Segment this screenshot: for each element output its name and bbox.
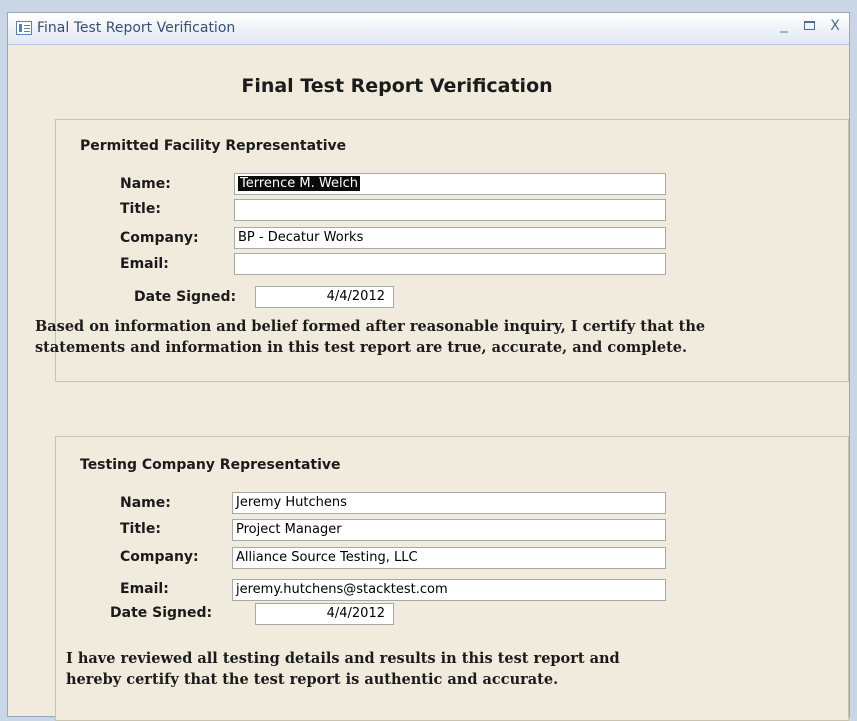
testing-title-label: Title: [120, 521, 161, 537]
form-icon [16, 21, 32, 35]
testing-certification-line-2: hereby certify that the test report is a… [66, 671, 559, 688]
facility-section-title: Permitted Facility Representative [80, 138, 347, 154]
facility-email-field[interactable] [234, 253, 666, 275]
testing-title-field[interactable]: Project Manager [232, 519, 666, 541]
facility-title-field[interactable] [234, 199, 666, 221]
facility-company-label: Company: [120, 230, 199, 246]
facility-certification-line-2: statements and information in this test … [35, 339, 688, 356]
facility-name-label: Name: [120, 176, 171, 192]
window-title: Final Test Report Verification [37, 20, 236, 36]
facility-title-label: Title: [120, 201, 161, 217]
testing-certification-line-1: I have reviewed all testing details and … [66, 650, 620, 667]
testing-date-field[interactable]: 4/4/2012 [255, 603, 394, 625]
facility-representative-panel: Permitted Facility Representative Name: … [35, 119, 849, 382]
maximize-icon [803, 21, 815, 30]
form-heading: Final Test Report Verification [241, 75, 553, 97]
minimize-button[interactable]: _ [775, 17, 793, 33]
facility-name-field[interactable]: Terrence M. Welch [234, 173, 666, 195]
testing-date-label: Date Signed: [110, 605, 213, 621]
facility-company-field[interactable]: BP - Decatur Works [234, 227, 666, 249]
form-window: Final Test Report Verification _ X Final… [7, 12, 850, 721]
close-button[interactable]: X [826, 18, 844, 34]
testing-name-label: Name: [120, 495, 171, 511]
facility-email-label: Email: [120, 256, 169, 272]
testing-company-label: Company: [120, 549, 199, 565]
facility-certification-line-1: Based on information and belief formed a… [35, 318, 706, 335]
testing-company-panel: Testing Company Representative Name: Jer… [55, 436, 849, 721]
facility-date-label: Date Signed: [134, 289, 237, 305]
testing-name-field[interactable]: Jeremy Hutchens [232, 492, 666, 514]
testing-company-field[interactable]: Alliance Source Testing, LLC [232, 547, 666, 569]
maximize-button[interactable] [800, 18, 818, 34]
testing-section-title: Testing Company Representative [80, 457, 341, 473]
title-bar[interactable]: Final Test Report Verification _ X [8, 13, 849, 45]
facility-date-field[interactable]: 4/4/2012 [255, 286, 394, 308]
testing-email-label: Email: [120, 581, 169, 597]
testing-email-field[interactable]: jeremy.hutchens@stacktest.com [232, 579, 666, 601]
facility-name-value: Terrence M. Welch [238, 176, 360, 191]
